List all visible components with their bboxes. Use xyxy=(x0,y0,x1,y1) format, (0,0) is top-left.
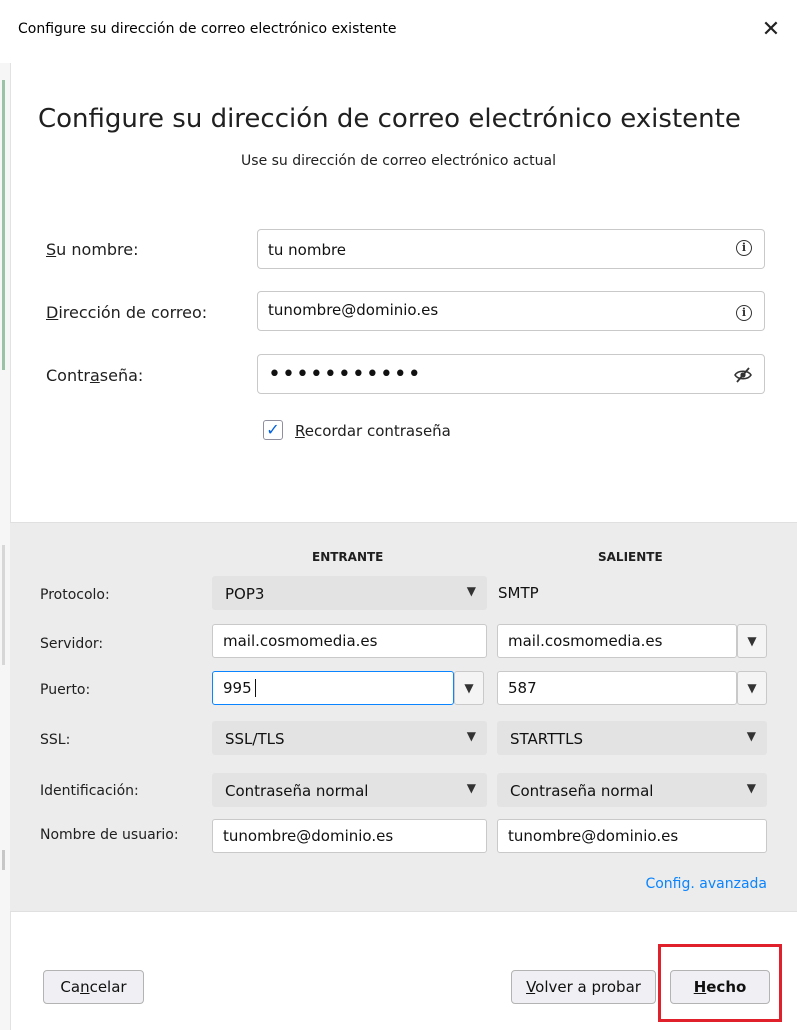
incoming-server-value: mail.cosmomedia.es xyxy=(223,632,378,650)
password-value: ••••••••••• xyxy=(268,362,422,387)
page-title: Configure su dirección de correo electró… xyxy=(38,104,741,134)
incoming-username-input[interactable]: tunombre@dominio.es xyxy=(212,819,487,853)
email-value: tunombre@dominio.es xyxy=(268,301,439,319)
outgoing-protocol-value: SMTP xyxy=(498,584,539,602)
incoming-auth-value: Contraseña normal xyxy=(225,782,369,800)
eye-slash-icon[interactable] xyxy=(733,365,753,385)
name-value: tu nombre xyxy=(268,241,347,259)
chevron-down-icon: ▼ xyxy=(466,781,476,795)
advanced-config-link[interactable]: Config. avanzada xyxy=(645,876,767,892)
incoming-ssl-select[interactable]: SSL/TLS ▼ xyxy=(212,721,487,755)
title-bar: Configure su dirección de correo electró… xyxy=(0,0,797,63)
incoming-username-value: tunombre@dominio.es xyxy=(223,827,394,845)
name-label: Su nombre: xyxy=(46,240,139,259)
outgoing-auth-select[interactable]: Contraseña normal ▼ xyxy=(497,773,767,807)
page-subtitle: Use su dirección de correo electrónico a… xyxy=(241,153,556,169)
incoming-port-input[interactable]: 995 xyxy=(212,671,454,705)
email-label: Dirección de correo: xyxy=(46,303,208,322)
checkbox[interactable]: ✓ xyxy=(263,420,283,440)
outgoing-port-input[interactable]: 587 xyxy=(497,671,737,705)
highlight-annotation xyxy=(658,944,782,1022)
retry-button[interactable]: Volver a probar xyxy=(511,970,656,1004)
protocol-label: Protocolo: xyxy=(40,587,110,603)
port-label: Puerto: xyxy=(40,682,91,698)
ssl-label: SSL: xyxy=(40,732,71,748)
incoming-protocol-value: POP3 xyxy=(225,585,265,603)
edge-accent xyxy=(2,850,5,870)
password-field[interactable]: ••••••••••• xyxy=(257,354,765,394)
window-title: Configure su dirección de correo electró… xyxy=(18,21,397,37)
password-label: Contraseña: xyxy=(46,366,144,385)
chevron-down-icon: ▼ xyxy=(746,729,756,743)
incoming-port-dropdown-button[interactable]: ▼ xyxy=(454,671,484,705)
name-field[interactable]: tu nombre i xyxy=(257,229,765,269)
info-icon[interactable]: i xyxy=(736,305,752,321)
outgoing-server-input[interactable]: mail.cosmomedia.es xyxy=(497,624,737,658)
outgoing-server-dropdown-button[interactable]: ▼ xyxy=(737,624,767,658)
outgoing-auth-value: Contraseña normal xyxy=(510,782,654,800)
outgoing-port-value: 587 xyxy=(508,679,537,697)
incoming-ssl-value: SSL/TLS xyxy=(225,730,285,748)
info-icon[interactable]: i xyxy=(736,240,752,256)
outgoing-username-input[interactable]: tunombre@dominio.es xyxy=(497,819,767,853)
outgoing-ssl-value: STARTTLS xyxy=(510,730,584,748)
chevron-down-icon: ▼ xyxy=(746,781,756,795)
incoming-protocol-select[interactable]: POP3 ▼ xyxy=(212,576,487,610)
username-label: Nombre de usuario: xyxy=(40,827,179,843)
server-label: Servidor: xyxy=(40,636,104,652)
remember-password-label: Recordar contraseña xyxy=(295,422,451,440)
outgoing-username-value: tunombre@dominio.es xyxy=(508,827,679,845)
incoming-header: ENTRANTE xyxy=(312,550,384,564)
incoming-auth-select[interactable]: Contraseña normal ▼ xyxy=(212,773,487,807)
cancel-button[interactable]: Cancelar xyxy=(43,970,144,1004)
incoming-port-value: 995 xyxy=(223,679,252,697)
incoming-server-input[interactable]: mail.cosmomedia.es xyxy=(212,624,487,658)
outgoing-port-dropdown-button[interactable]: ▼ xyxy=(737,671,767,705)
edge-accent xyxy=(2,545,5,665)
outgoing-header: SALIENTE xyxy=(598,550,663,564)
text-caret xyxy=(255,679,256,697)
email-field[interactable]: tunombre@dominio.es i xyxy=(257,291,765,331)
auth-label: Identificación: xyxy=(40,783,139,799)
outgoing-ssl-select[interactable]: STARTTLS ▼ xyxy=(497,721,767,755)
close-icon[interactable]: ✕ xyxy=(753,12,789,48)
outgoing-server-value: mail.cosmomedia.es xyxy=(508,632,663,650)
edge-accent xyxy=(2,80,5,370)
chevron-down-icon: ▼ xyxy=(466,729,476,743)
chevron-down-icon: ▼ xyxy=(466,584,476,598)
